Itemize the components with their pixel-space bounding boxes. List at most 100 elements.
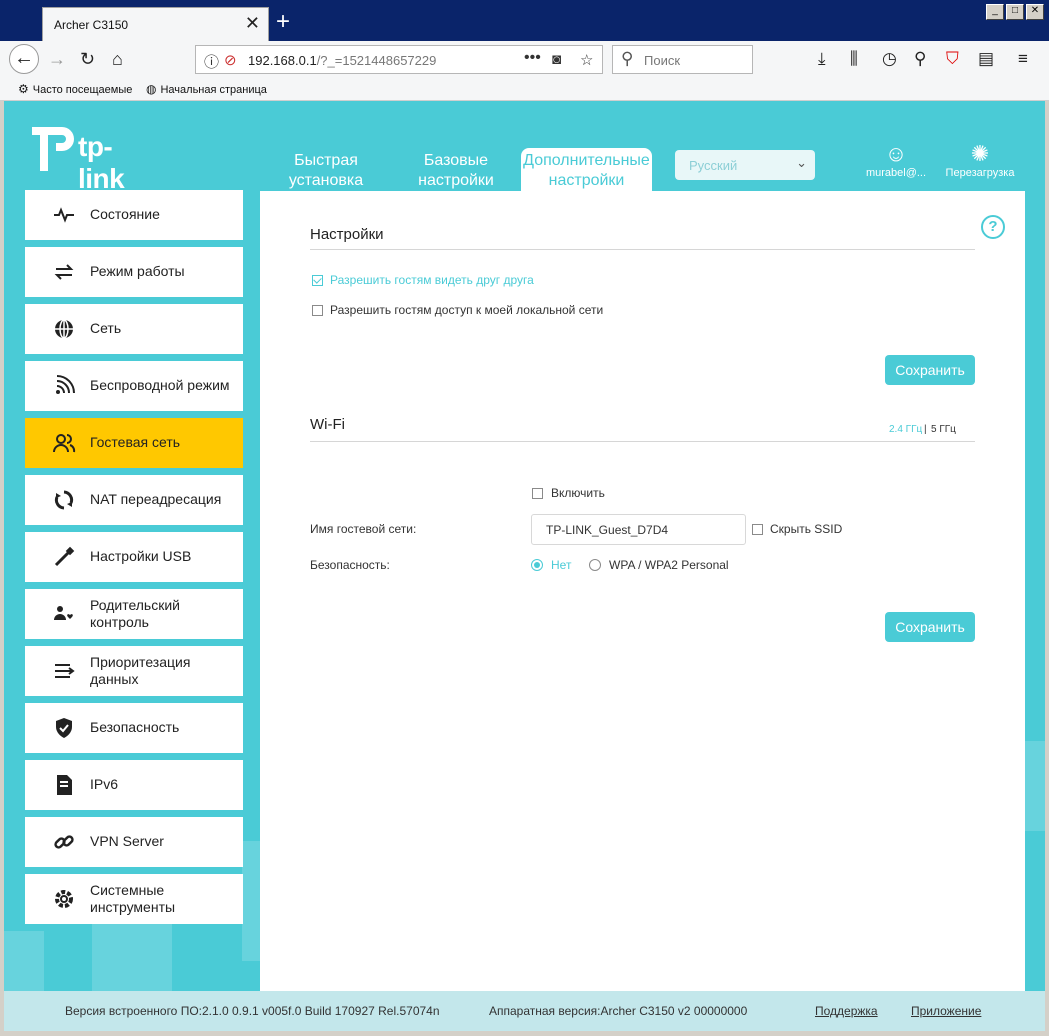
footer: Версия встроенного ПО:2.1.0 0.9.1 v005f.…	[4, 991, 1045, 1031]
zoom-icon[interactable]: ⚲	[914, 49, 926, 69]
sidebar-item-ipv6[interactable]: IPv6	[25, 760, 243, 810]
save-wifi-button[interactable]: Сохранить	[885, 612, 975, 642]
back-icon[interactable]: ←	[9, 44, 39, 74]
sidebar-item-wireless[interactable]: Беспроводной режим	[25, 361, 243, 411]
sidebar-item-nat[interactable]: NAT переадресация	[25, 475, 243, 525]
security-none-radio[interactable]	[531, 559, 543, 571]
status-icon	[54, 207, 74, 223]
new-tab-icon[interactable]: +	[276, 9, 290, 35]
sidebar-item-guest-network[interactable]: Гостевая сеть	[25, 418, 243, 468]
allow-see-each-other-checkbox[interactable]	[312, 275, 323, 286]
hide-ssid-checkbox[interactable]	[752, 524, 763, 535]
search-placeholder: Поиск	[644, 53, 681, 68]
qos-icon	[55, 664, 75, 678]
bookmarks-bar: ⚙ Часто посещаемые ◍ Начальная страница	[0, 79, 1049, 101]
wifi-title: Wi-Fi	[310, 416, 345, 433]
library-icon[interactable]: ⫼	[850, 49, 858, 69]
globe-icon	[55, 319, 73, 339]
pocket-icon[interactable]: ◙	[552, 51, 561, 68]
security-wpa-label[interactable]: WPA / WPA2 Personal	[609, 558, 729, 572]
allow-local-access-label[interactable]: Разрешить гостям доступ к моей локальной…	[330, 303, 603, 317]
menu-icon[interactable]: ≡	[1018, 49, 1028, 69]
sidebar-item-usb[interactable]: Настройки USB	[25, 532, 243, 582]
bookmark-star-icon[interactable]: ☆	[580, 51, 593, 69]
bookmark-most-visited[interactable]: ⚙ Часто посещаемые	[18, 82, 132, 96]
sidebar-item-vpn[interactable]: VPN Server	[25, 817, 243, 867]
tab-quick-setup[interactable]: Быстрая установка	[276, 151, 376, 193]
security-none-label[interactable]: Нет	[551, 558, 571, 572]
address-bar[interactable]: ⓘ ⊘ 192.168.0.1/?_=1521448657229 ••• ◙ ☆	[195, 45, 603, 74]
user-button[interactable]: ☺ murabel@...	[860, 141, 932, 179]
decor-square	[92, 921, 172, 991]
close-window-icon[interactable]: ✕	[1026, 4, 1044, 20]
language-value: Русский	[689, 158, 738, 173]
ssid-input[interactable]: TP-LINK_Guest_D7D4	[531, 514, 746, 545]
downloads-icon[interactable]: ⤓	[818, 49, 826, 69]
sidebar-item-status[interactable]: Состояние	[25, 190, 243, 240]
language-select[interactable]: Русский ⌄	[675, 150, 815, 180]
wifi-icon	[56, 375, 75, 394]
parental-icon	[54, 606, 73, 620]
browser-tab[interactable]: Archer C3150 ✕	[42, 7, 269, 41]
globe-icon: ◍	[146, 82, 157, 96]
router-page: tp-link Быстрая установка Базовые настройк…	[4, 101, 1045, 1031]
divider	[310, 441, 975, 442]
hardware-version: Аппаратная версия:Archer C3150 v2 000000…	[489, 1004, 748, 1018]
support-link[interactable]: Поддержка	[815, 1004, 878, 1018]
enable-guest-checkbox[interactable]	[532, 488, 543, 499]
maximize-icon[interactable]: □	[1006, 4, 1024, 20]
sidebar-item-label: Системные инструменты	[90, 882, 176, 915]
sidebar-item-network[interactable]: Сеть	[25, 304, 243, 354]
tp-link-logo: tp-link	[26, 123, 125, 194]
gear-icon: ⚙	[18, 82, 29, 96]
save-settings-button[interactable]: Сохранить	[885, 355, 975, 385]
sidebar-item-qos[interactable]: Приоритезация данных	[25, 646, 243, 696]
band-24-tab[interactable]: 2.4 ГГц	[889, 424, 922, 435]
hide-ssid-label[interactable]: Скрыть SSID	[770, 522, 842, 536]
window-controls: _ □ ✕	[986, 4, 1044, 20]
bookmark-start-page[interactable]: ◍ Начальная страница	[146, 82, 267, 96]
history-icon[interactable]: ◷	[882, 49, 897, 69]
tab-title: Archer C3150	[54, 18, 129, 32]
band-5-tab[interactable]: 5 ГГц	[931, 424, 956, 435]
tab-close-icon[interactable]: ✕	[245, 13, 260, 33]
mode-icon	[54, 264, 74, 280]
tab-advanced[interactable]: Дополнительные настройки	[521, 148, 652, 191]
allow-see-each-other-label[interactable]: Разрешить гостям видеть друг друга	[330, 273, 534, 287]
sidebar-item-system-tools[interactable]: Системные инструменты	[25, 874, 243, 924]
reboot-icon: ✺	[970, 141, 990, 166]
search-input[interactable]: ⚲ Поиск	[612, 45, 753, 74]
search-icon: ⚲	[621, 49, 634, 68]
url-text: 192.168.0.1/?_=1521448657229	[248, 53, 437, 68]
content-panel: ? Настройки Разрешить гостям видеть друг…	[260, 191, 1025, 991]
nat-icon	[54, 490, 74, 510]
shield-icon	[56, 718, 72, 738]
help-icon[interactable]: ?	[981, 215, 1005, 239]
sidebar-item-label: Приоритезация данных	[90, 654, 191, 687]
ublock-icon[interactable]: ⛉	[946, 49, 959, 69]
home-icon[interactable]: ⌂	[112, 49, 123, 69]
reload-icon[interactable]: ↻	[80, 49, 95, 69]
allow-local-access-checkbox[interactable]	[312, 305, 323, 316]
security-wpa-radio[interactable]	[589, 559, 601, 571]
info-icon[interactable]: ⓘ	[204, 51, 219, 72]
page-actions-icon[interactable]: •••	[524, 49, 541, 67]
reader-icon[interactable]: ▤	[978, 49, 994, 69]
link-icon	[54, 835, 74, 849]
sidebar-item-mode[interactable]: Режим работы	[25, 247, 243, 297]
decor-square	[1025, 741, 1045, 831]
reboot-button[interactable]: ✺ Перезагрузка	[940, 141, 1020, 179]
sidebar-item-parental[interactable]: Родительский контроль	[25, 589, 243, 639]
usb-icon	[54, 546, 75, 567]
gear-icon	[55, 890, 73, 908]
sidebar-item-security[interactable]: Безопасность	[25, 703, 243, 753]
decor-square	[4, 931, 44, 991]
divider	[310, 249, 975, 250]
enable-guest-label[interactable]: Включить	[551, 486, 605, 500]
minimize-icon[interactable]: _	[986, 4, 1004, 20]
insecure-lock-icon[interactable]: ⊘	[224, 51, 237, 69]
forward-icon[interactable]: →	[48, 49, 66, 69]
tab-basic[interactable]: Базовые настройки	[406, 151, 506, 193]
app-link[interactable]: Приложение	[911, 1004, 981, 1018]
firmware-version: Версия встроенного ПО:2.1.0 0.9.1 v005f.…	[65, 1004, 440, 1018]
